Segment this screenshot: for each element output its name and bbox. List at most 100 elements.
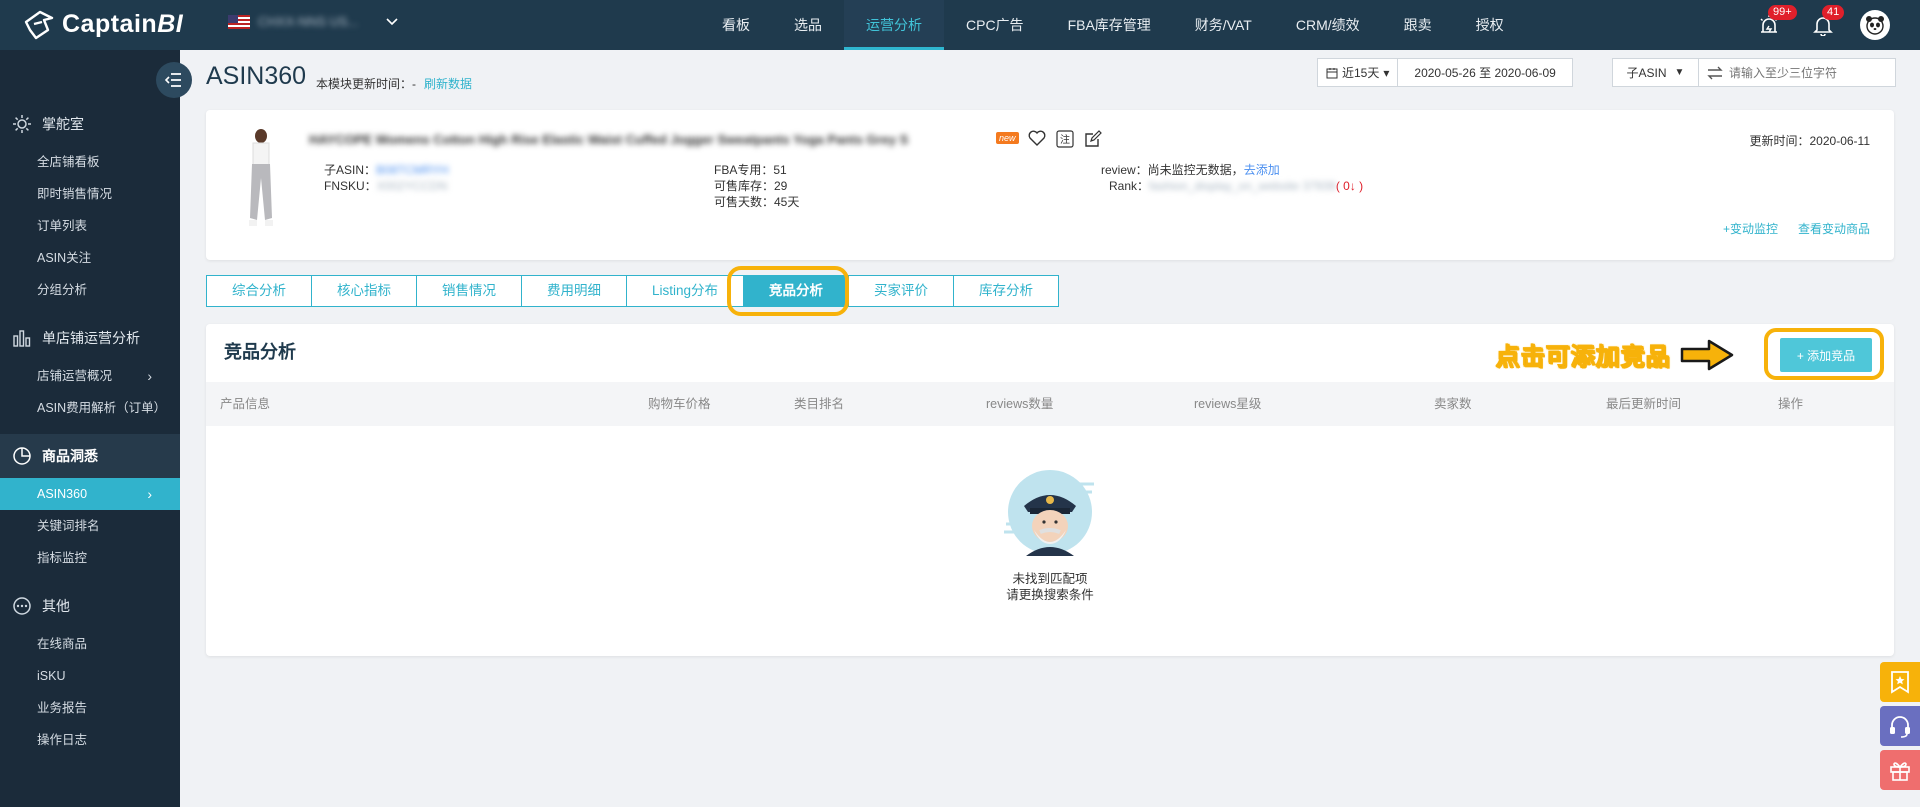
nav-item-cpc[interactable]: CPC广告: [944, 0, 1046, 50]
caret-down-icon: ▼: [1674, 67, 1685, 78]
nav-item-follow[interactable]: 跟卖: [1382, 0, 1454, 50]
tab-listing[interactable]: Listing分布: [626, 275, 745, 307]
calendar-icon: [1326, 67, 1338, 78]
sidebar-collapse-button[interactable]: [156, 62, 192, 98]
tab-inventory[interactable]: 库存分析: [953, 275, 1060, 307]
product-image: [249, 129, 273, 226]
tab-fees[interactable]: 费用明细: [521, 275, 627, 307]
analysis-tabs: 综合分析 核心指标 销售情况 费用明细 Listing分布 竞品分析 买家评价 …: [206, 275, 1060, 307]
chevron-down-icon: [386, 15, 398, 29]
sidebar-item-asin360[interactable]: ASIN360 ›: [0, 478, 180, 510]
caret-down-icon: ▾: [1383, 65, 1390, 80]
sidebar-item-all-stores[interactable]: 全店铺看板: [0, 146, 180, 178]
swap-icon[interactable]: [1706, 65, 1724, 81]
captain-logo-icon: [24, 10, 54, 40]
nav-item-finance[interactable]: 财务/VAT: [1173, 0, 1274, 50]
add-change-monitor-link[interactable]: +变动监控: [1723, 220, 1778, 237]
nav-item-selection[interactable]: 选品: [772, 0, 844, 50]
panda-avatar-icon: [1866, 16, 1884, 35]
asin-search: 子ASIN ▼: [1612, 58, 1896, 87]
logo[interactable]: CaptainBI: [22, 8, 183, 40]
nav-item-auth[interactable]: 授权: [1454, 0, 1526, 50]
column-header: reviews星级: [1194, 397, 1262, 411]
tab-sales[interactable]: 销售情况: [416, 275, 522, 307]
column-header: 操作: [1778, 397, 1804, 411]
tab-reviews[interactable]: 买家评价: [848, 275, 955, 307]
add-competitor-button[interactable]: + 添加竞品: [1780, 338, 1872, 372]
main-nav: 看板 选品 运营分析 CPC广告 FBA库存管理 财务/VAT CRM/绩效 跟…: [700, 0, 1526, 50]
more-icon: [13, 597, 31, 615]
refresh-data-link[interactable]: 刷新数据: [424, 77, 472, 91]
rank-change: ( 0↓ ): [1335, 179, 1364, 193]
column-header: 类目排名: [794, 397, 845, 411]
add-review-link[interactable]: 去添加: [1244, 163, 1280, 177]
nav-item-fba[interactable]: FBA库存管理: [1046, 0, 1173, 50]
captain-avatar-illustration: [1004, 470, 1094, 556]
column-header: 最后更新时间: [1606, 397, 1682, 411]
notification-button[interactable]: 41: [1806, 5, 1845, 42]
sidebar-item-asin-fee[interactable]: ASIN费用解析（订单）: [0, 392, 180, 424]
callout-text: 点击可添加竞品: [1496, 344, 1671, 372]
sidebar-item-label: 店铺运营概况: [37, 369, 113, 383]
sidebar-item-metric-monitor[interactable]: 指标监控: [0, 542, 180, 574]
nav-item-dashboard[interactable]: 看板: [700, 0, 772, 50]
user-avatar[interactable]: [1860, 10, 1890, 40]
sidebar-item-keyword-rank[interactable]: 关键词排名: [0, 510, 180, 542]
bookmark-button[interactable]: [1880, 662, 1920, 702]
sidebar-item-orders[interactable]: 订单列表: [0, 210, 180, 242]
product-title[interactable]: HAYCOPE Womens Cotton High Rise Elastic …: [309, 132, 989, 147]
svg-text:注: 注: [1060, 133, 1070, 146]
product-actions: 注: [1028, 130, 1102, 148]
sidebar-group-single-store[interactable]: 单店铺运营分析: [0, 316, 180, 360]
alert-button[interactable]: 99+: [1752, 5, 1797, 42]
asin-search-input[interactable]: [1699, 59, 1895, 86]
sidebar-group-other[interactable]: 其他: [0, 584, 180, 628]
competitor-table-header: 产品信息 购物车价格 类目排名 reviews数量 reviews星级 卖家数 …: [206, 382, 1894, 426]
edit-icon[interactable]: [1084, 130, 1102, 148]
sidebar-group-label: 掌舵室: [42, 116, 84, 132]
fnsku: FNSKU：X002YCCDN: [324, 177, 447, 194]
sidebar: 掌舵室 全店铺看板 即时销售情况 订单列表 ASIN关注 分组分析 单店铺运营分…: [0, 50, 180, 807]
tab-core-metrics[interactable]: 核心指标: [311, 275, 417, 307]
sidebar-item-isku[interactable]: iSKU: [0, 660, 180, 692]
sidebar-item-operation-log[interactable]: 操作日志: [0, 724, 180, 756]
child-asin-link[interactable]: B08TCMRYH: [376, 163, 448, 177]
support-button[interactable]: [1880, 706, 1920, 746]
sidebar-group-helm[interactable]: 掌舵室: [0, 102, 180, 146]
review-status: review：尚未监控无数据，去添加: [1101, 161, 1280, 178]
heart-icon[interactable]: [1028, 130, 1046, 146]
competitor-title: 竞品分析: [224, 342, 296, 362]
note-icon[interactable]: 注: [1056, 130, 1074, 148]
sidebar-group-insight[interactable]: 商品洞悉: [0, 434, 180, 478]
tab-competitor[interactable]: 竞品分析: [743, 275, 850, 307]
pie-chart-icon: [13, 447, 31, 465]
sidebar-item-group-analysis[interactable]: 分组分析: [0, 274, 180, 306]
view-changed-products-link[interactable]: 查看变动商品: [1798, 220, 1870, 237]
sellable-stock: 可售库存：29: [714, 179, 788, 193]
date-range-dropdown[interactable]: 近15天 ▾: [1318, 59, 1399, 86]
sidebar-item-instant-sales[interactable]: 即时销售情况: [0, 178, 180, 210]
sidebar-item-asin-watch[interactable]: ASIN关注: [0, 242, 180, 274]
gift-button[interactable]: [1880, 750, 1920, 790]
sidebar-item-online-products[interactable]: 在线商品: [0, 628, 180, 660]
tab-overview[interactable]: 综合分析: [206, 275, 312, 307]
add-competitor-callout: 点击可添加竞品: [1496, 337, 1735, 372]
alert-badge: 99+: [1768, 5, 1797, 20]
product-update-time: 更新时间：2020-06-11: [1749, 134, 1871, 148]
date-range-label: 近15天: [1342, 66, 1380, 80]
sidebar-item-store-overview[interactable]: 店铺运营概况 ›: [0, 360, 180, 392]
sidebar-item-label: ASIN360: [37, 487, 88, 501]
sidebar-item-business-report[interactable]: 业务报告: [0, 692, 180, 724]
date-range-value[interactable]: 2020-05-26 至 2020-06-09: [1398, 64, 1571, 81]
store-name: CHXX-NNS US...: [258, 14, 359, 29]
asin-type-select[interactable]: 子ASIN ▼: [1613, 59, 1699, 86]
bar-chart-icon: [13, 330, 31, 347]
nav-item-operations[interactable]: 运营分析: [844, 0, 944, 50]
sidebar-group-label: 商品洞悉: [42, 448, 98, 464]
store-selector[interactable]: CHXX-NNS US...: [228, 14, 398, 29]
nav-item-crm[interactable]: CRM/绩效: [1274, 0, 1382, 50]
review-label: review：尚未监控无数据，: [1101, 163, 1244, 177]
child-asin: 子ASIN：B08TCMRYH: [324, 161, 448, 178]
empty-state: 未找到匹配项 请更换搜索条件: [206, 464, 1894, 603]
module-update-note: 本模块更新时间：- 刷新数据: [316, 75, 472, 92]
